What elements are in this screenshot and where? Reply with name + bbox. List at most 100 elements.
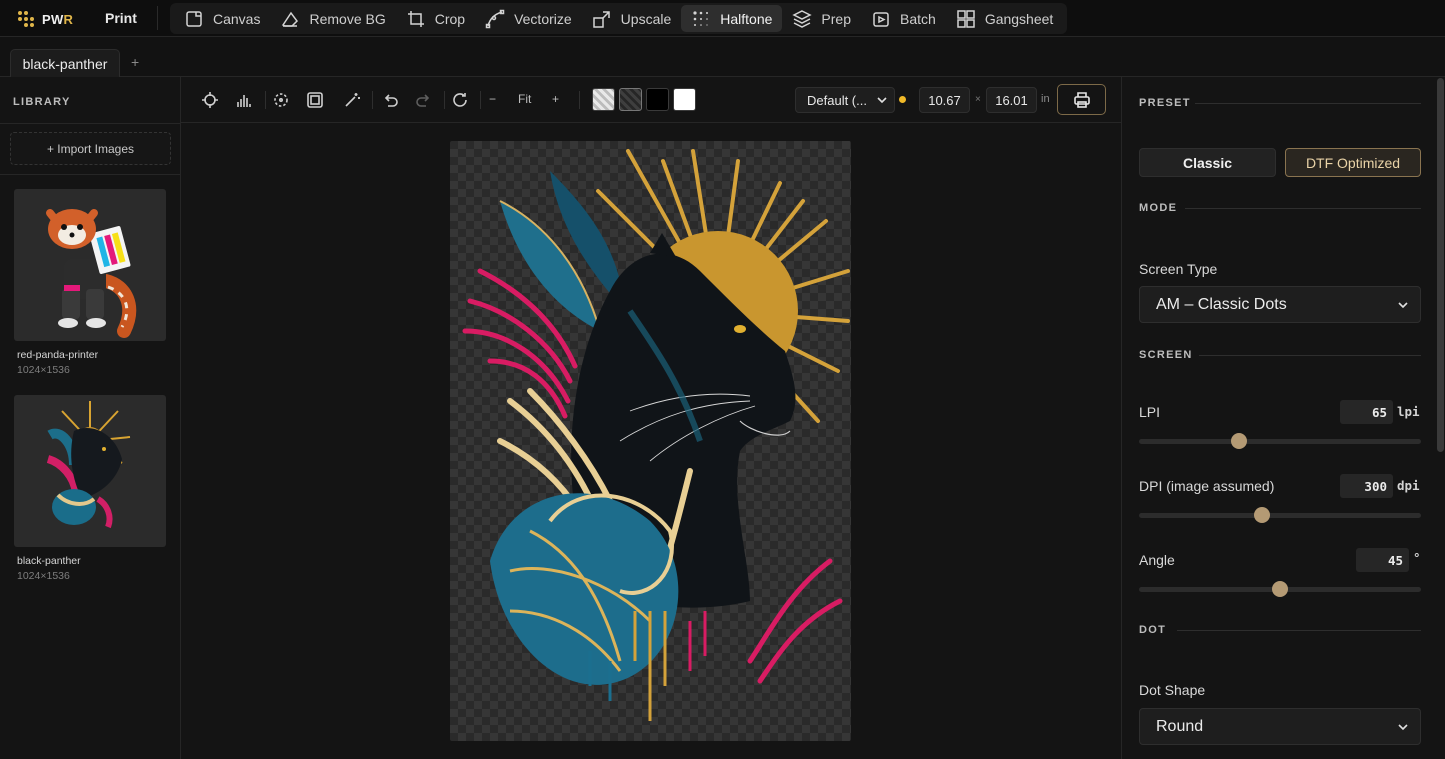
angle-input[interactable]: 45	[1356, 548, 1409, 572]
main-nav: Canvas Remove BG Crop Vectorize Upscale …	[170, 3, 1068, 34]
toolbar-divider	[579, 91, 580, 109]
crosshair-icon	[202, 92, 218, 108]
section-title-preset: PRESET	[1139, 97, 1191, 109]
nav-label: Halftone	[720, 10, 773, 27]
bg-swatch-white[interactable]	[673, 88, 696, 111]
select-tool-button[interactable]	[270, 89, 292, 111]
dot-shape-select[interactable]: Round	[1139, 708, 1421, 745]
canvas-area[interactable]	[181, 123, 1121, 759]
document-tab-black-panther[interactable]: black-panther	[10, 49, 120, 77]
zoom-fit-button[interactable]: Fit	[518, 92, 531, 106]
angle-unit: °	[1413, 550, 1421, 565]
bg-swatch-transparent-light[interactable]	[592, 88, 615, 111]
output-preset-value: Default (...	[807, 92, 867, 108]
dot-shape-label: Dot Shape	[1139, 682, 1206, 698]
dpi-label: DPI (image assumed)	[1139, 478, 1275, 494]
divider	[0, 174, 180, 175]
print-link[interactable]: Print	[105, 10, 137, 26]
frame-tool-button[interactable]	[304, 89, 326, 111]
library-title: LIBRARY	[13, 96, 71, 108]
toolbar-divider	[444, 91, 445, 109]
add-tab-button[interactable]: +	[131, 54, 139, 70]
dimension-unit: in	[1041, 93, 1050, 105]
nav-label: Canvas	[213, 10, 261, 27]
slider-knob[interactable]	[1253, 507, 1270, 523]
nav-gangsheet[interactable]: Gangsheet	[946, 5, 1064, 32]
nav-label: Crop	[434, 10, 466, 27]
screen-type-select[interactable]: AM – Classic Dots	[1139, 286, 1421, 323]
chevron-down-icon	[1398, 724, 1408, 731]
library-item[interactable]: red-panda-printer 1024×1536	[14, 189, 166, 376]
panel-scrollbar[interactable]	[1437, 78, 1444, 452]
toolbar-divider	[480, 91, 481, 109]
thumbnail-red-panda[interactable]	[14, 189, 166, 341]
nav-label: Vectorize	[514, 10, 572, 27]
dpi-unit: dpi	[1397, 478, 1420, 493]
preset-classic-button[interactable]: Classic	[1139, 148, 1276, 177]
nav-prep[interactable]: Prep	[782, 5, 861, 32]
preset-dtf-optimized-button[interactable]: DTF Optimized	[1285, 148, 1421, 177]
undo-icon	[384, 94, 398, 107]
histogram-icon	[237, 95, 251, 107]
slider-knob[interactable]	[1231, 433, 1248, 449]
nav-canvas[interactable]: Canvas	[174, 5, 270, 32]
redo-button[interactable]	[413, 89, 435, 111]
nav-label: Prep	[821, 10, 851, 27]
magic-wand-icon	[345, 93, 360, 107]
section-title-screen: SCREEN	[1139, 349, 1193, 361]
artboard[interactable]	[450, 141, 851, 741]
nav-label: Upscale	[620, 10, 672, 27]
pan-tool-button[interactable]	[199, 89, 221, 111]
thumbnail-black-panther[interactable]	[14, 395, 166, 547]
width-input[interactable]: 10.67	[919, 87, 970, 113]
bezier-icon	[485, 9, 505, 28]
top-nav-bar: PWR Print Canvas Remove BG Crop Vectoriz…	[0, 0, 1445, 37]
toolbar-divider	[265, 91, 266, 109]
library-item-name: black-panther	[17, 555, 81, 567]
library-item-size: 1024×1536	[17, 570, 70, 582]
nav-crop[interactable]: Crop	[396, 5, 475, 32]
section-title-mode: MODE	[1139, 202, 1178, 214]
bg-swatch-transparent-dark[interactable]	[619, 88, 642, 111]
divider	[0, 123, 180, 124]
magic-wand-button[interactable]	[341, 89, 363, 111]
halftone-settings-panel: PRESET Classic DTF Optimized MODE Screen…	[1121, 77, 1445, 759]
slider-track	[1139, 513, 1421, 518]
status-dot	[899, 96, 906, 103]
angle-label: Angle	[1139, 552, 1175, 568]
library-item-size: 1024×1536	[17, 364, 70, 376]
brand-logo-icon	[18, 11, 34, 27]
lpi-input[interactable]: 65	[1340, 400, 1393, 424]
undo-button[interactable]	[379, 89, 401, 111]
library-item[interactable]: black-panther 1024×1536	[14, 395, 166, 582]
output-preset-select[interactable]: Default (...	[795, 87, 895, 113]
nav-vectorize[interactable]: Vectorize	[475, 5, 582, 32]
nav-divider	[157, 6, 158, 30]
brand[interactable]: PWR	[18, 9, 73, 29]
lpi-slider[interactable]	[1139, 433, 1421, 449]
chevron-down-icon	[877, 97, 887, 104]
layers-icon	[792, 9, 813, 28]
nav-batch[interactable]: Batch	[861, 5, 946, 32]
height-input[interactable]: 16.01	[986, 87, 1037, 113]
print-button[interactable]	[1057, 84, 1106, 115]
histogram-button[interactable]	[233, 89, 255, 111]
dpi-input[interactable]: 300	[1340, 474, 1393, 498]
chevron-down-icon	[1398, 302, 1408, 309]
section-divider	[1195, 103, 1421, 104]
import-images-button[interactable]: + Import Images	[10, 132, 171, 165]
dpi-slider[interactable]	[1139, 507, 1421, 523]
toolbar-divider	[372, 91, 373, 109]
nav-upscale[interactable]: Upscale	[582, 5, 682, 32]
reset-button[interactable]	[449, 89, 471, 111]
angle-slider[interactable]	[1139, 581, 1421, 597]
zoom-in-button[interactable]: +	[552, 92, 559, 106]
slider-knob[interactable]	[1272, 581, 1288, 597]
zoom-out-button[interactable]: −	[489, 92, 496, 106]
black-panther-thumbnail-illustration	[46, 401, 131, 529]
bg-swatch-black[interactable]	[646, 88, 669, 111]
nav-halftone[interactable]: Halftone	[681, 5, 783, 32]
section-divider	[1199, 355, 1421, 356]
canvas-toolbar: − Fit + Default (... 10.67 × 16.01 in	[181, 77, 1121, 123]
nav-remove-bg[interactable]: Remove BG	[270, 5, 395, 32]
